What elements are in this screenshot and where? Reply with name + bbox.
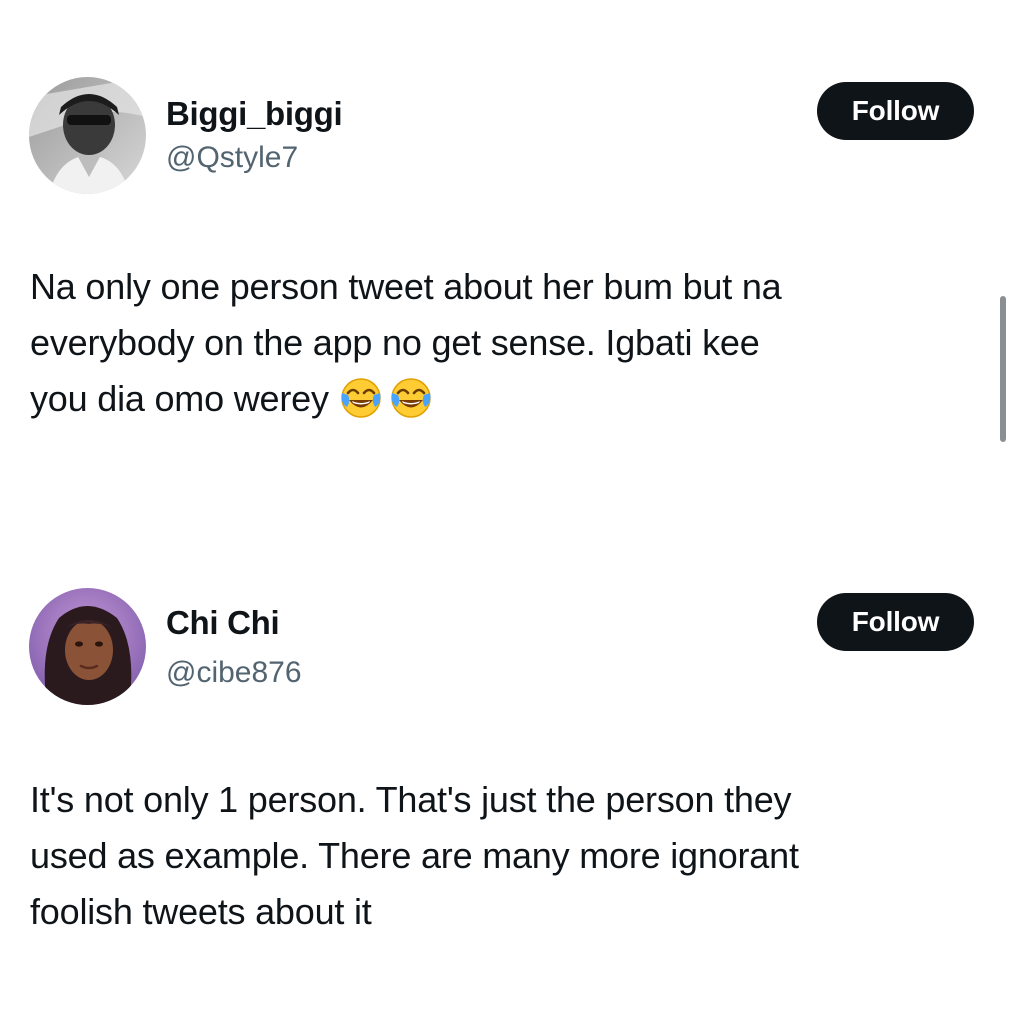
tweet-text-line: used as example. There are many more ign…: [30, 835, 799, 876]
avatar[interactable]: [29, 588, 146, 705]
face-with-tears-of-joy-icon: [339, 375, 383, 419]
follow-button[interactable]: Follow: [817, 82, 974, 140]
avatar[interactable]: [29, 77, 146, 194]
tweet-text-line: you dia omo werey: [30, 378, 329, 419]
tweet-text-line: Na only one person tweet about her bum b…: [30, 266, 782, 307]
tweet-text-line: everybody on the app no get sense. Igbat…: [30, 322, 760, 363]
tweet-text-line: It's not only 1 person. That's just the …: [30, 779, 792, 820]
emoji-group: [339, 375, 433, 419]
tweet-text-line: foolish tweets about it: [30, 891, 372, 932]
display-name[interactable]: Chi Chi: [166, 603, 280, 643]
face-with-tears-of-joy-icon: [389, 375, 433, 419]
tweet-text-line-with-emoji: you dia omo werey: [30, 371, 990, 427]
user-handle[interactable]: @cibe876: [166, 654, 302, 692]
tweet-text: Na only one person tweet about her bum b…: [30, 259, 990, 427]
display-name[interactable]: Biggi_biggi: [166, 94, 343, 134]
avatar-photo: [29, 588, 146, 705]
tweet-text: It's not only 1 person. That's just the …: [30, 772, 990, 940]
scrollbar[interactable]: [1000, 296, 1006, 442]
user-handle[interactable]: @Qstyle7: [166, 139, 298, 177]
follow-button[interactable]: Follow: [817, 593, 974, 651]
avatar-photo: [29, 77, 146, 194]
